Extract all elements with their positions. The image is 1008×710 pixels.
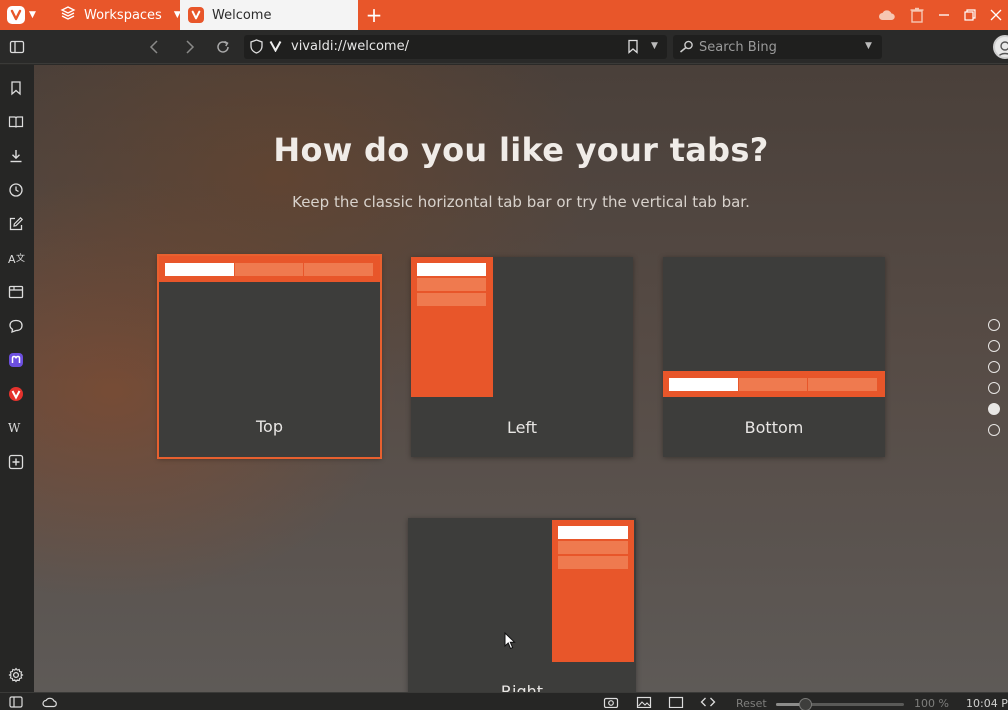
url-text[interactable]: vivaldi://welcome/ <box>291 39 409 54</box>
site-vivaldi-icon <box>269 40 282 56</box>
forward-icon[interactable] <box>181 39 197 55</box>
search-input[interactable] <box>699 38 859 56</box>
shield-icon[interactable] <box>250 39 263 58</box>
cloud-icon[interactable] <box>878 8 896 22</box>
search-icon <box>679 39 694 57</box>
workspaces-button[interactable]: Workspaces ▼ <box>50 0 181 30</box>
page-title: How do you like your tabs? <box>273 131 769 169</box>
page-subtitle: Keep the classic horizontal tab bar or t… <box>292 193 750 211</box>
code-icon[interactable] <box>700 696 716 708</box>
window-panel-icon[interactable] <box>8 284 24 300</box>
trash-icon[interactable] <box>910 7 924 23</box>
option-label: Top <box>256 417 283 436</box>
restore-icon[interactable] <box>964 9 976 21</box>
panel-toggle-icon[interactable] <box>9 696 23 708</box>
preview-tab-bar <box>552 520 634 662</box>
step-dot[interactable] <box>988 424 1000 436</box>
zoom-slider-handle[interactable] <box>799 698 812 710</box>
close-icon[interactable] <box>990 9 1002 21</box>
mastodon-icon[interactable] <box>8 352 24 368</box>
new-tab-button[interactable]: + <box>358 0 390 30</box>
profile-avatar[interactable] <box>993 35 1008 59</box>
preview-tab-bar <box>663 371 885 397</box>
option-label: Bottom <box>744 418 804 437</box>
svg-text:A: A <box>8 253 16 266</box>
preview-tab-bar <box>159 256 380 282</box>
sync-cloud-icon[interactable] <box>42 696 58 708</box>
tab-bar: ▼ Workspaces ▼ Welcome + <box>0 0 1008 30</box>
step-dot[interactable] <box>988 382 1000 394</box>
svg-text:W: W <box>8 421 21 435</box>
zoom-slider[interactable] <box>776 698 904 710</box>
gear-icon[interactable] <box>8 667 24 683</box>
search-field[interactable]: ▼ <box>673 35 882 59</box>
bookmarks-icon[interactable] <box>8 80 24 96</box>
tab-title: Welcome <box>212 7 272 23</box>
svg-text:文: 文 <box>16 252 25 264</box>
mouse-cursor-icon <box>504 631 516 654</box>
vivaldi-logo-icon <box>7 6 25 24</box>
status-bar: Reset 100 % 10:04 PM <box>0 692 1008 710</box>
reload-icon[interactable] <box>215 39 231 55</box>
tab-position-option-bottom[interactable]: Bottom <box>663 257 885 457</box>
tiling-icon[interactable] <box>668 696 684 708</box>
welcome-page: How do you like your tabs? Keep the clas… <box>34 65 1008 692</box>
reading-list-icon[interactable] <box>8 114 24 130</box>
preview-tab-bar <box>411 257 493 397</box>
tab-welcome[interactable]: Welcome <box>180 0 358 30</box>
option-label: Right <box>500 682 544 692</box>
zoom-reset-button[interactable]: Reset <box>736 697 767 710</box>
vivaldi-favicon-icon <box>188 7 204 23</box>
wikipedia-icon[interactable]: W <box>8 420 24 436</box>
chevron-down-icon: ▼ <box>29 10 36 20</box>
tab-position-option-left[interactable]: Left <box>411 257 633 457</box>
minimize-icon[interactable] <box>938 9 950 21</box>
add-panel-icon[interactable] <box>8 454 24 470</box>
step-dot[interactable] <box>988 361 1000 373</box>
clock: 10:04 PM <box>966 697 1008 710</box>
vivaldi-menu-button[interactable]: ▼ <box>0 0 50 30</box>
capture-icon[interactable] <box>603 696 619 708</box>
chevron-down-icon[interactable]: ▼ <box>865 41 872 51</box>
step-dot-active[interactable] <box>988 403 1000 415</box>
notes-icon[interactable] <box>8 216 24 232</box>
back-icon[interactable] <box>147 39 163 55</box>
history-icon[interactable] <box>8 182 24 198</box>
url-field[interactable]: vivaldi://welcome/ ▼ <box>244 35 667 59</box>
step-dot[interactable] <box>988 319 1000 331</box>
option-label: Left <box>506 418 538 437</box>
address-toolbar: vivaldi://welcome/ ▼ ▼ <box>0 30 1008 64</box>
panel-toggle-icon[interactable] <box>9 39 25 55</box>
panel-sidebar: A文 W <box>0 65 34 692</box>
chevron-down-icon[interactable]: ▼ <box>651 41 658 51</box>
chat-icon[interactable] <box>8 318 24 334</box>
image-icon[interactable] <box>636 696 652 708</box>
translate-icon[interactable]: A文 <box>8 250 25 266</box>
tab-position-option-right[interactable]: Right <box>408 518 636 692</box>
workspaces-icon <box>60 5 76 25</box>
tab-position-option-top[interactable]: Top <box>157 254 382 459</box>
bookmark-icon[interactable] <box>627 39 639 58</box>
vivaldi-social-icon[interactable] <box>8 386 24 402</box>
downloads-icon[interactable] <box>8 148 24 164</box>
workspaces-label: Workspaces <box>84 7 162 23</box>
step-dot[interactable] <box>988 340 1000 352</box>
zoom-level: 100 % <box>914 697 949 710</box>
